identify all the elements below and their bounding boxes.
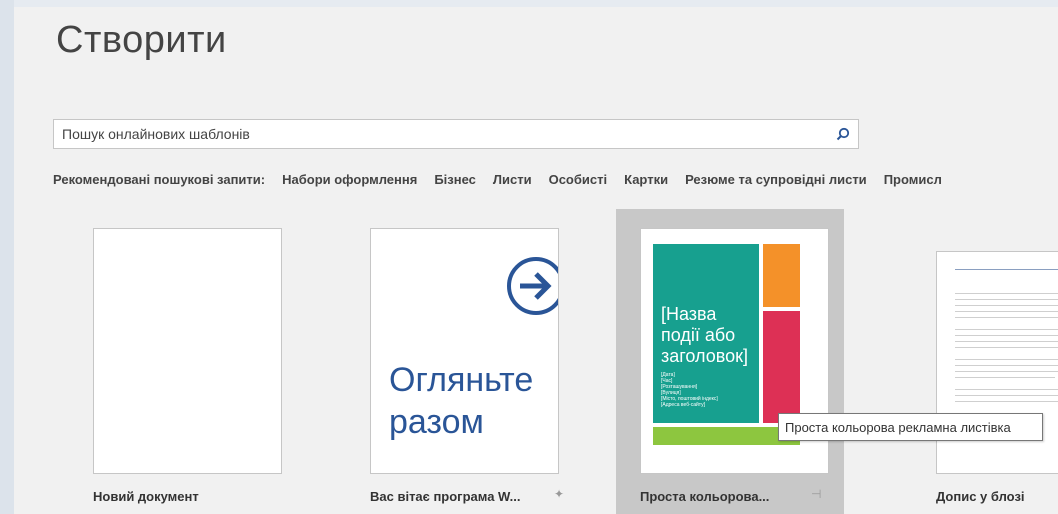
- blog-line: [955, 335, 1058, 336]
- welcome-thumbnail-text: Огляньте разом: [389, 359, 533, 443]
- search-button[interactable]: [828, 120, 858, 148]
- blog-line: [955, 341, 1058, 342]
- flyer-orange-block: [763, 244, 800, 307]
- blog-line: [955, 269, 1058, 270]
- search-input[interactable]: [62, 120, 822, 148]
- blog-line: [955, 365, 1058, 366]
- blog-line: [955, 311, 1058, 312]
- suggested-link-resumes[interactable]: Резюме та супровідні листи: [685, 172, 867, 187]
- template-tile-simple-flyer[interactable]: [Назва події або заголовок] [Дата] [Час]…: [616, 209, 844, 514]
- suggested-link-personal[interactable]: Особисті: [549, 172, 608, 187]
- welcome-text-line: Огляньте: [389, 361, 534, 399]
- blog-line: [955, 299, 1058, 300]
- blog-line: [955, 389, 1058, 390]
- suggested-link-letters[interactable]: Листи: [493, 172, 532, 187]
- suggested-link-design-sets[interactable]: Набори оформлення: [282, 172, 417, 187]
- template-tooltip: Проста кольорова рекламна листівка: [778, 413, 1043, 441]
- template-tile-blank-document[interactable]: Новий документ: [69, 209, 297, 514]
- pin-icon[interactable]: ✦: [554, 487, 564, 501]
- blog-line: [955, 293, 1058, 294]
- blog-line: [955, 347, 1058, 348]
- flyer-title-line: події або: [661, 325, 736, 345]
- template-label: Проста кольорова...: [640, 489, 770, 504]
- suggested-link-business[interactable]: Бізнес: [434, 172, 476, 187]
- template-tile-blog-post[interactable]: Допис у блозі: [912, 209, 1058, 514]
- template-label: Допис у блозі: [936, 489, 1025, 504]
- flyer-title-line: заголовок]: [661, 346, 749, 366]
- blog-line: [955, 401, 1058, 402]
- suggested-link-industry[interactable]: Промисл: [884, 172, 942, 187]
- template-search-box[interactable]: [53, 119, 859, 149]
- blog-line: [955, 317, 1058, 318]
- blog-line: [955, 305, 1058, 306]
- template-thumbnail: Огляньте разом: [370, 228, 559, 474]
- flyer-detail-line: [Адреса веб-сайту]: [661, 402, 706, 408]
- template-thumbnail: [93, 228, 282, 474]
- blog-line: [955, 377, 1055, 378]
- blog-line: [955, 371, 1058, 372]
- template-label: Новий документ: [93, 489, 199, 504]
- pin-icon[interactable]: ⊣: [811, 487, 821, 501]
- blog-line: [955, 329, 1058, 330]
- template-label: Вас вітає програма W...: [370, 489, 521, 504]
- window-left-edge: [0, 0, 14, 514]
- blog-line: [955, 395, 1058, 396]
- arrow-circle-icon: [507, 257, 558, 315]
- blog-line: [955, 359, 1058, 360]
- backstage-new-page: Створити Рекомендовані пошукові запити: …: [14, 7, 1058, 514]
- welcome-text-line: разом: [389, 403, 484, 441]
- flyer-pink-block: [763, 311, 800, 423]
- flyer-title-text: [Назва події або заголовок]: [661, 304, 757, 367]
- template-tile-welcome[interactable]: Огляньте разом Вас вітає програма W... ✦: [346, 209, 574, 514]
- flyer-title-line: [Назва: [661, 304, 717, 324]
- flyer-detail-text: [Дата] [Час] [Розташування] [Вулиця] [Мі…: [661, 372, 757, 408]
- suggested-searches-label: Рекомендовані пошукові запити:: [53, 172, 266, 187]
- suggested-link-cards[interactable]: Картки: [624, 172, 668, 187]
- page-title: Створити: [56, 19, 227, 61]
- suggested-searches: Рекомендовані пошукові запити: Набори оф…: [53, 172, 959, 187]
- search-icon: [836, 127, 850, 141]
- window-top-edge: [0, 0, 1058, 7]
